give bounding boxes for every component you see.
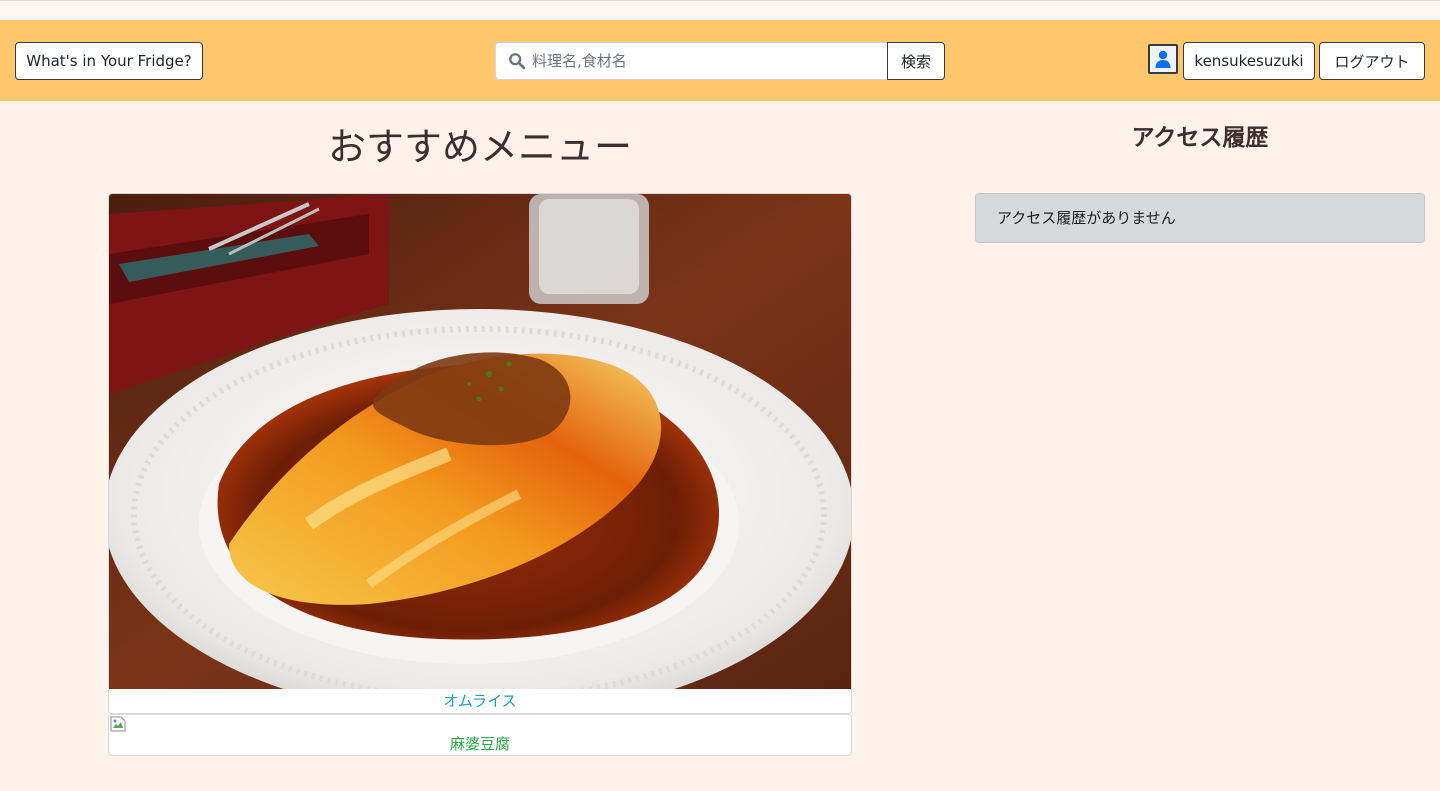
page-title: おすすめメニュー bbox=[327, 125, 632, 169]
recommendation-link-omurice[interactable]: オムライス bbox=[109, 690, 851, 713]
history-title: アクセス履歴 bbox=[1131, 125, 1269, 151]
broken-image-icon bbox=[110, 716, 126, 732]
logout-button[interactable]: ログアウト bbox=[1319, 42, 1425, 80]
search-input[interactable] bbox=[532, 46, 872, 76]
omurice-photo[interactable] bbox=[109, 194, 851, 689]
recommendation-card[interactable]: 麻婆豆腐 bbox=[108, 714, 852, 756]
user-icon bbox=[1155, 50, 1171, 68]
navbar: What's in Your Fridge? 検索 kensukesuzuki … bbox=[0, 20, 1440, 101]
search-button[interactable]: 検索 bbox=[887, 42, 945, 80]
recommendation-link-mapo-tofu[interactable]: 麻婆豆腐 bbox=[109, 733, 851, 755]
history-empty-alert: アクセス履歴がありません bbox=[975, 193, 1425, 243]
brand-button[interactable]: What's in Your Fridge? bbox=[15, 42, 203, 80]
avatar[interactable] bbox=[1148, 44, 1178, 74]
browser-top-strip bbox=[0, 0, 1440, 20]
recommendation-card[interactable]: オムライス bbox=[108, 193, 852, 714]
username-button[interactable]: kensukesuzuki bbox=[1183, 42, 1315, 80]
search-box bbox=[495, 42, 887, 80]
search-icon bbox=[509, 53, 526, 70]
